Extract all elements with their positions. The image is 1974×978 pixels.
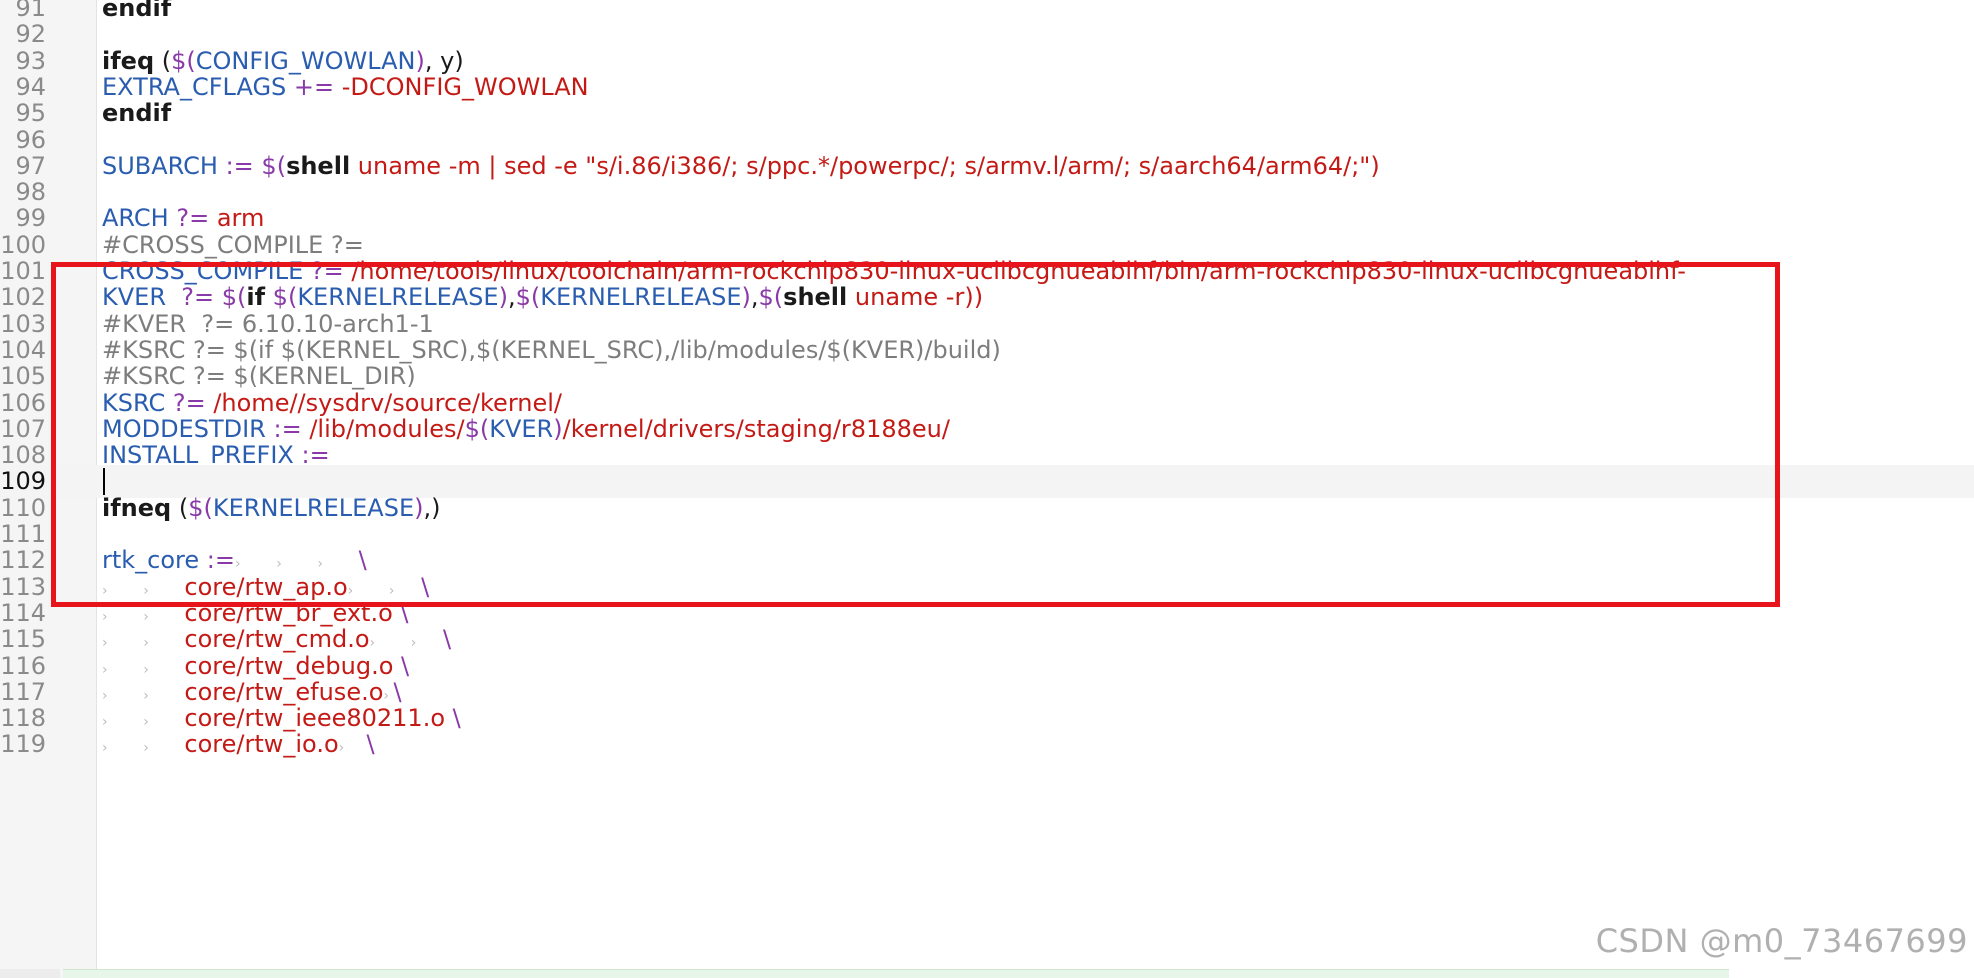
watermark-text: CSDN @m0_73467699	[1595, 922, 1968, 960]
code-token: core/rtw_io.o	[184, 730, 339, 759]
line-number: 119	[0, 730, 46, 759]
status-corner	[0, 969, 60, 978]
code-token: ›	[338, 740, 367, 757]
bottom-panel-edge	[63, 969, 1729, 978]
line-text[interactable]: › › core/rtw_io.o› \	[102, 728, 375, 765]
code-token: › ›	[102, 740, 185, 757]
code-line[interactable]: 119 › › core/rtw_io.o› \	[0, 728, 1974, 761]
code-editor[interactable]: 91 endif 92 93 ifeq ($(CONFIG_WOWLAN), y) 94 E…	[0, 0, 1974, 978]
code-token: \	[366, 730, 375, 759]
